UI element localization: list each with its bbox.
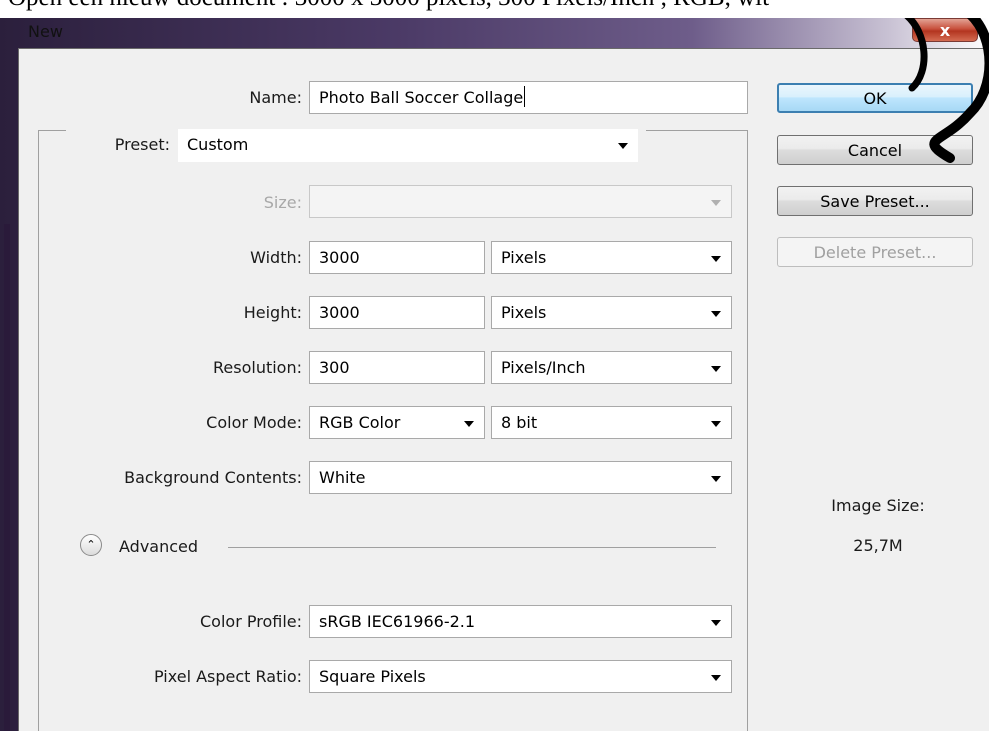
- preset-select[interactable]: Custom: [178, 129, 638, 162]
- color-mode-label: Color Mode:: [206, 413, 302, 432]
- chevron-down-icon: [711, 366, 721, 372]
- background-contents-select[interactable]: White: [309, 461, 732, 494]
- image-size-label: Image Size:: [831, 496, 925, 515]
- watermark-curl: [904, 18, 989, 163]
- color-mode-value: RGB Color: [319, 413, 401, 432]
- save-preset-button[interactable]: Save Preset...: [777, 186, 973, 216]
- height-unit-value: Pixels: [501, 303, 547, 322]
- preset-value: Custom: [187, 135, 249, 154]
- preset-label: Preset:: [114, 135, 170, 154]
- resolution-unit-value: Pixels/Inch: [501, 358, 586, 377]
- chevron-down-icon: [711, 311, 721, 317]
- chevron-down-icon: [711, 421, 721, 427]
- bit-depth-value: 8 bit: [501, 413, 538, 432]
- chevron-down-icon: [711, 476, 721, 482]
- delete-preset-button: Delete Preset...: [777, 237, 973, 267]
- resolution-unit-select[interactable]: Pixels/Inch: [491, 351, 732, 384]
- size-label: Size:: [263, 193, 302, 212]
- resolution-input[interactable]: 300: [309, 351, 485, 384]
- chevron-down-icon: [464, 421, 474, 427]
- chevron-down-icon: [711, 256, 721, 262]
- width-input[interactable]: 3000: [309, 241, 485, 274]
- size-select: [309, 185, 732, 218]
- pixel-aspect-ratio-label: Pixel Aspect Ratio:: [154, 667, 302, 686]
- width-unit-select[interactable]: Pixels: [491, 241, 732, 274]
- chevron-down-icon: [711, 620, 721, 626]
- background-contents-label: Background Contents:: [124, 468, 302, 487]
- window-edge: [4, 224, 10, 731]
- resolution-label: Resolution:: [213, 358, 302, 377]
- pixel-aspect-ratio-select[interactable]: Square Pixels: [309, 660, 732, 693]
- chevron-double-up-icon[interactable]: ⌃︎: [80, 534, 102, 556]
- width-label: Width:: [250, 248, 302, 267]
- name-label: Name:: [249, 88, 302, 107]
- height-label: Height:: [243, 303, 302, 322]
- chevron-down-icon: [618, 143, 628, 149]
- name-value: Photo Ball Soccer Collage: [319, 88, 524, 107]
- bit-depth-select[interactable]: 8 bit: [491, 406, 732, 439]
- window-title: New: [28, 22, 63, 41]
- advanced-toggle-label[interactable]: Advanced: [119, 537, 198, 556]
- width-unit-value: Pixels: [501, 248, 547, 267]
- name-input[interactable]: Photo Ball Soccer Collage: [309, 81, 748, 114]
- image-size-value: 25,7M: [853, 536, 903, 555]
- color-profile-label: Color Profile:: [200, 612, 302, 631]
- document-caption-text: Open een nieuw document : 3000 x 3000 pi…: [8, 0, 769, 12]
- text-caret: [524, 86, 526, 107]
- height-input[interactable]: 3000: [309, 296, 485, 329]
- height-unit-select[interactable]: Pixels: [491, 296, 732, 329]
- chevron-down-icon: [711, 200, 721, 206]
- color-mode-select[interactable]: RGB Color: [309, 406, 485, 439]
- pixel-aspect-ratio-value: Square Pixels: [319, 667, 426, 686]
- background-contents-value: White: [319, 468, 366, 487]
- color-profile-value: sRGB IEC61966-2.1: [319, 612, 476, 631]
- chevron-down-icon: [711, 675, 721, 681]
- color-profile-select[interactable]: sRGB IEC61966-2.1: [309, 605, 732, 638]
- advanced-divider: [228, 547, 716, 548]
